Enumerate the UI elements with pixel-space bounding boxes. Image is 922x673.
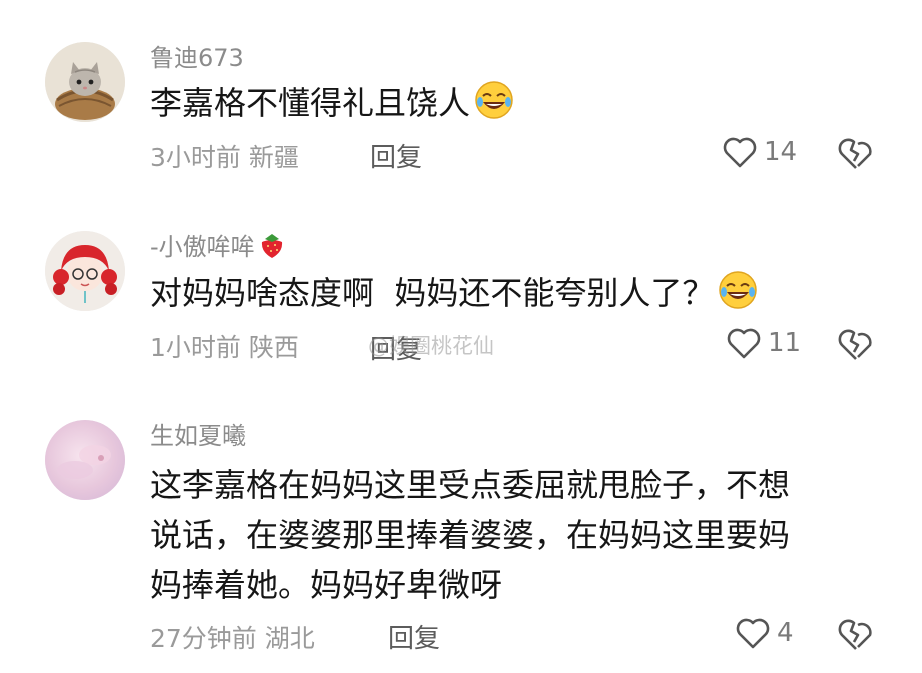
strawberry-icon	[257, 230, 287, 260]
heart-icon	[736, 618, 770, 649]
heart-icon	[723, 137, 757, 168]
reply-button[interactable]: 回复	[388, 618, 440, 655]
username-text: -小傲哞哞	[150, 233, 255, 261]
heart-icon	[727, 328, 761, 359]
comment-text-line: 这李嘉格在妈妈这里受点委屈就甩脸子，不想	[150, 466, 791, 504]
comment-text-line: 妈捧着她。妈妈好卑微呀	[150, 566, 503, 604]
comment-meta: 27分钟前 湖北	[150, 624, 315, 653]
comment-text: 这李嘉格在妈妈这里受点委屈就甩脸子，不想 说话，在婆婆那里捧着婆婆，在妈妈这里要…	[150, 460, 880, 610]
dislike-button[interactable]	[836, 135, 876, 171]
comment-meta: 1小时前 陕西	[150, 333, 299, 362]
laughing-tears-emoji-icon	[718, 270, 758, 310]
kitten-in-basket-avatar-icon	[45, 42, 125, 122]
broken-heart-icon	[838, 329, 872, 360]
avatar[interactable]	[45, 231, 125, 311]
reply-button[interactable]: 回复	[370, 137, 422, 174]
comment-text-content: 对妈妈啥态度啊 妈妈还不能夸别人了？	[150, 274, 715, 312]
comment-text: 李嘉格不懂得礼且饶人	[150, 80, 880, 125]
like-count: 4	[777, 618, 794, 648]
username[interactable]: -小傲哞哞	[150, 227, 287, 262]
username[interactable]: 鲁迪673	[150, 38, 244, 73]
like-button[interactable]: 4	[735, 616, 794, 650]
comment-meta: 3小时前 新疆	[150, 143, 299, 172]
broken-heart-icon	[838, 138, 872, 169]
dislike-button[interactable]	[836, 326, 876, 362]
like-count: 11	[768, 328, 802, 358]
avatar[interactable]	[45, 42, 125, 122]
avatar[interactable]	[45, 420, 125, 500]
username[interactable]: 生如夏曦	[150, 416, 246, 451]
red-haired-girl-avatar-icon	[45, 231, 125, 311]
like-button[interactable]: 14	[722, 135, 797, 169]
comment-text-content: 李嘉格不懂得礼且饶人	[150, 84, 471, 122]
pink-flower-avatar-icon	[45, 420, 125, 500]
like-button[interactable]: 11	[726, 326, 801, 360]
comment-text-line: 说话，在婆婆那里捧着婆婆，在妈妈这里要妈	[150, 516, 791, 554]
like-count: 14	[764, 137, 798, 167]
comment-text: 对妈妈啥态度啊 妈妈还不能夸别人了？	[150, 270, 880, 315]
watermark: @娱圈桃花仙	[368, 334, 494, 358]
laughing-tears-emoji-icon	[474, 80, 514, 120]
broken-heart-icon	[838, 619, 872, 650]
dislike-button[interactable]	[836, 616, 876, 652]
